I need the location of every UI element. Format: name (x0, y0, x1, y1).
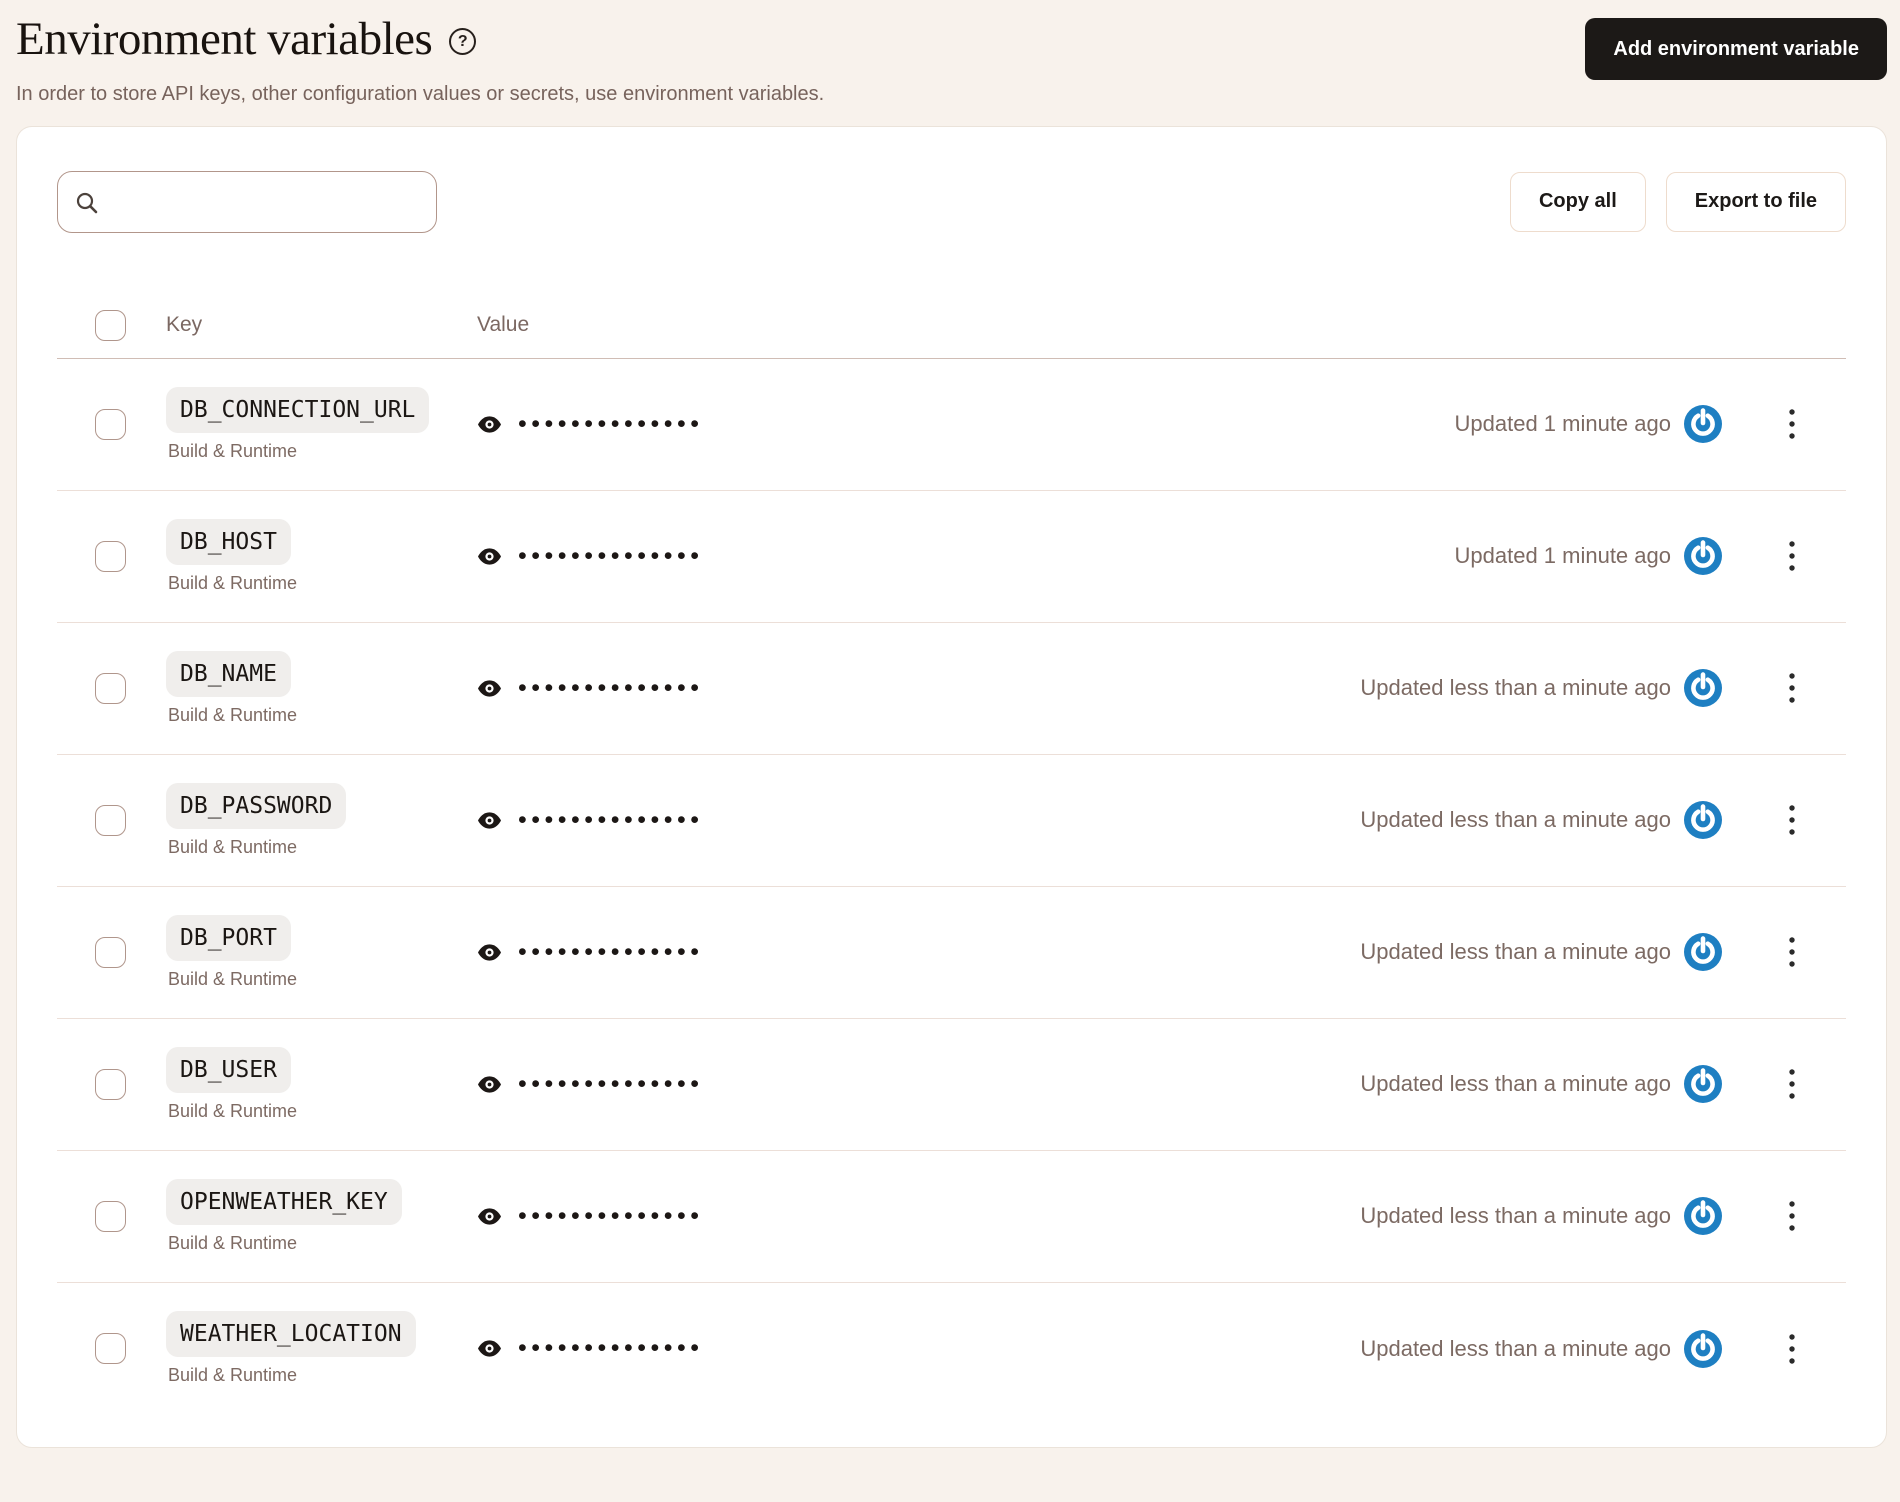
masked-value: •••••••••••••• (518, 1201, 704, 1230)
masked-value: •••••••••••••• (518, 805, 704, 834)
page-subtitle: In order to store API keys, other config… (16, 82, 825, 105)
masked-value: •••••••••••••• (518, 1334, 704, 1363)
add-environment-variable-button[interactable]: Add environment variable (1585, 18, 1887, 80)
kebab-menu-icon (1789, 805, 1795, 835)
reveal-value-eye-icon[interactable] (477, 547, 502, 566)
row-menu-button[interactable] (1770, 1062, 1814, 1106)
restart-status-icon (1684, 1197, 1722, 1236)
row-menu-button[interactable] (1770, 1327, 1814, 1371)
env-var-key: DB_CONNECTION_URL (166, 386, 430, 433)
toolbar: Copy all Export to file (57, 170, 1846, 233)
row-checkbox[interactable] (95, 1333, 126, 1365)
restart-status-icon (1684, 801, 1722, 840)
masked-value: •••••••••••••• (518, 937, 704, 966)
export-to-file-button[interactable]: Export to file (1665, 171, 1846, 232)
table-header: Key Value (57, 293, 1846, 359)
table-row: DB_NAME Build & Runtime •••••••••••••• U… (57, 623, 1846, 755)
reveal-value-eye-icon[interactable] (477, 1339, 502, 1358)
reveal-value-eye-icon[interactable] (477, 1207, 502, 1226)
env-var-key: DB_HOST (166, 518, 291, 565)
env-var-key: DB_PASSWORD (166, 782, 347, 829)
updated-text: Updated less than a minute ago (1360, 1071, 1671, 1097)
reveal-value-eye-icon[interactable] (477, 943, 502, 962)
env-var-key: DB_NAME (166, 650, 291, 697)
reveal-value-eye-icon[interactable] (477, 811, 502, 830)
updated-text: Updated less than a minute ago (1360, 675, 1671, 701)
env-var-key: OPENWEATHER_KEY (166, 1178, 402, 1225)
masked-value: •••••••••••••• (518, 1069, 704, 1098)
masked-value: •••••••••••••• (518, 409, 704, 438)
env-var-scope: Build & Runtime (168, 968, 298, 989)
row-checkbox[interactable] (95, 936, 126, 968)
row-menu-button[interactable] (1770, 798, 1814, 842)
kebab-menu-icon (1789, 409, 1795, 439)
env-var-scope: Build & Runtime (168, 704, 298, 725)
reveal-value-eye-icon[interactable] (477, 1075, 502, 1094)
restart-status-icon (1684, 405, 1722, 444)
table-row: DB_PASSWORD Build & Runtime ••••••••••••… (57, 755, 1846, 887)
help-icon[interactable]: ? (449, 28, 477, 56)
table-row: OPENWEATHER_KEY Build & Runtime ••••••••… (57, 1151, 1846, 1283)
env-var-scope: Build & Runtime (168, 1365, 298, 1386)
updated-text: Updated 1 minute ago (1454, 543, 1672, 569)
env-var-scope: Build & Runtime (168, 572, 298, 593)
kebab-menu-icon (1789, 1333, 1795, 1364)
env-var-key: DB_PORT (166, 914, 291, 961)
page-header: Environment variables ? In order to stor… (0, 0, 1900, 106)
env-var-scope: Build & Runtime (168, 1232, 298, 1253)
row-menu-button[interactable] (1770, 1194, 1814, 1238)
table-row: DB_PORT Build & Runtime •••••••••••••• U… (57, 887, 1846, 1019)
updated-text: Updated less than a minute ago (1360, 1335, 1671, 1361)
env-var-scope: Build & Runtime (168, 836, 298, 857)
row-checkbox[interactable] (95, 408, 126, 440)
table-row: DB_CONNECTION_URL Build & Runtime ••••••… (57, 359, 1846, 491)
table-body: DB_CONNECTION_URL Build & Runtime ••••••… (57, 359, 1846, 1415)
search-box (57, 170, 437, 233)
updated-text: Updated less than a minute ago (1360, 1203, 1671, 1229)
env-var-key: WEATHER_LOCATION (166, 1311, 416, 1358)
row-menu-button[interactable] (1770, 930, 1814, 974)
masked-value: •••••••••••••• (518, 541, 704, 570)
env-vars-card: Copy all Export to file Key Value DB_CON… (16, 125, 1887, 1448)
search-input[interactable] (57, 170, 437, 233)
table-row: DB_USER Build & Runtime •••••••••••••• U… (57, 1019, 1846, 1151)
column-header-value: Value (477, 313, 530, 337)
updated-text: Updated less than a minute ago (1360, 939, 1671, 965)
env-var-scope: Build & Runtime (168, 440, 298, 461)
row-menu-button[interactable] (1770, 666, 1814, 710)
table-row: DB_HOST Build & Runtime •••••••••••••• U… (57, 491, 1846, 623)
restart-status-icon (1684, 1329, 1722, 1368)
updated-text: Updated less than a minute ago (1360, 807, 1671, 833)
kebab-menu-icon (1789, 541, 1795, 571)
row-checkbox[interactable] (95, 1068, 126, 1100)
row-checkbox[interactable] (95, 804, 126, 836)
reveal-value-eye-icon[interactable] (477, 679, 502, 698)
kebab-menu-icon (1789, 937, 1795, 967)
kebab-menu-icon (1789, 1069, 1795, 1099)
select-all-checkbox[interactable] (95, 309, 126, 341)
restart-status-icon (1684, 933, 1722, 972)
kebab-menu-icon (1789, 1201, 1795, 1231)
row-menu-button[interactable] (1770, 402, 1814, 446)
restart-status-icon (1684, 537, 1722, 576)
restart-status-icon (1684, 669, 1722, 708)
env-var-scope: Build & Runtime (168, 1100, 298, 1121)
row-checkbox[interactable] (95, 540, 126, 572)
row-checkbox[interactable] (95, 672, 126, 704)
restart-status-icon (1684, 1065, 1722, 1104)
column-header-key: Key (166, 313, 203, 337)
row-checkbox[interactable] (95, 1200, 126, 1232)
row-menu-button[interactable] (1770, 534, 1814, 578)
page-title: Environment variables (16, 13, 433, 65)
updated-text: Updated 1 minute ago (1454, 411, 1672, 437)
reveal-value-eye-icon[interactable] (477, 415, 502, 434)
masked-value: •••••••••••••• (518, 673, 704, 702)
kebab-menu-icon (1789, 673, 1795, 703)
env-var-key: DB_USER (166, 1046, 291, 1093)
copy-all-button[interactable]: Copy all (1509, 171, 1646, 232)
table-row: WEATHER_LOCATION Build & Runtime •••••••… (57, 1283, 1846, 1415)
